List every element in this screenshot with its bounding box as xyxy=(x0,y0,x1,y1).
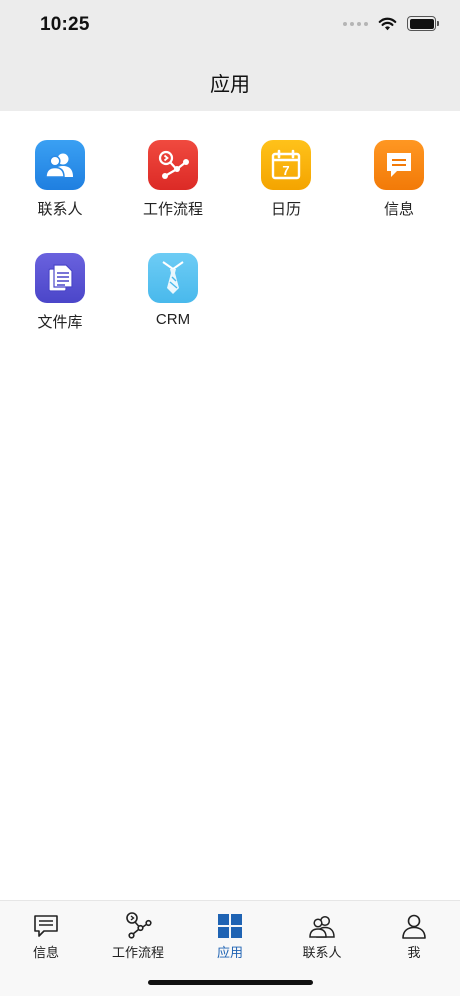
status-time: 10:25 xyxy=(40,14,90,35)
tab-label: 工作流程 xyxy=(111,945,164,960)
app-label: 工作流程 xyxy=(142,201,203,218)
app-label: CRM xyxy=(155,311,191,328)
tab-messages[interactable]: 信息 xyxy=(0,911,92,961)
app-label: 联系人 xyxy=(37,201,83,218)
app-label: 日历 xyxy=(270,201,301,218)
status-indicators xyxy=(343,16,439,31)
wifi-icon xyxy=(378,17,397,30)
tab-label: 应用 xyxy=(216,945,243,960)
tab-workflow[interactable]: 工作流程 xyxy=(92,911,184,961)
tab-label: 我 xyxy=(407,945,421,960)
tab-apps[interactable]: 应用 xyxy=(184,911,276,961)
workflow-icon xyxy=(126,912,152,939)
app-label: 信息 xyxy=(383,201,414,218)
app-messages[interactable]: 信息 xyxy=(349,140,449,219)
app-document-library[interactable]: 文件库 xyxy=(10,253,110,332)
tab-label: 联系人 xyxy=(302,945,342,960)
person-icon xyxy=(402,914,426,939)
document-library-icon xyxy=(35,253,85,303)
tab-label: 信息 xyxy=(32,945,59,960)
message-icon xyxy=(34,915,58,937)
battery-icon xyxy=(407,16,439,31)
home-indicator[interactable] xyxy=(148,980,313,985)
message-icon xyxy=(374,140,424,190)
calendar-icon: 7 xyxy=(261,140,311,190)
workflow-icon xyxy=(148,140,198,190)
apps-grid-icon xyxy=(218,914,242,938)
app-crm[interactable]: CRM xyxy=(123,253,223,328)
cellular-signal-icon xyxy=(343,21,368,26)
crm-tie-icon xyxy=(148,253,198,303)
header-bar: 10:25 应用 xyxy=(0,0,460,111)
app-label: 文件库 xyxy=(37,314,83,331)
calendar-day-number: 7 xyxy=(282,163,289,178)
app-contacts[interactable]: 联系人 xyxy=(10,140,110,219)
app-workflow[interactable]: 工作流程 xyxy=(123,140,223,219)
tab-contacts[interactable]: 联系人 xyxy=(276,911,368,961)
page-title: 应用 xyxy=(210,74,250,96)
contacts-icon xyxy=(309,915,335,938)
app-calendar[interactable]: 7 日历 xyxy=(236,140,336,219)
tab-me[interactable]: 我 xyxy=(368,911,460,961)
contacts-icon xyxy=(35,140,85,190)
